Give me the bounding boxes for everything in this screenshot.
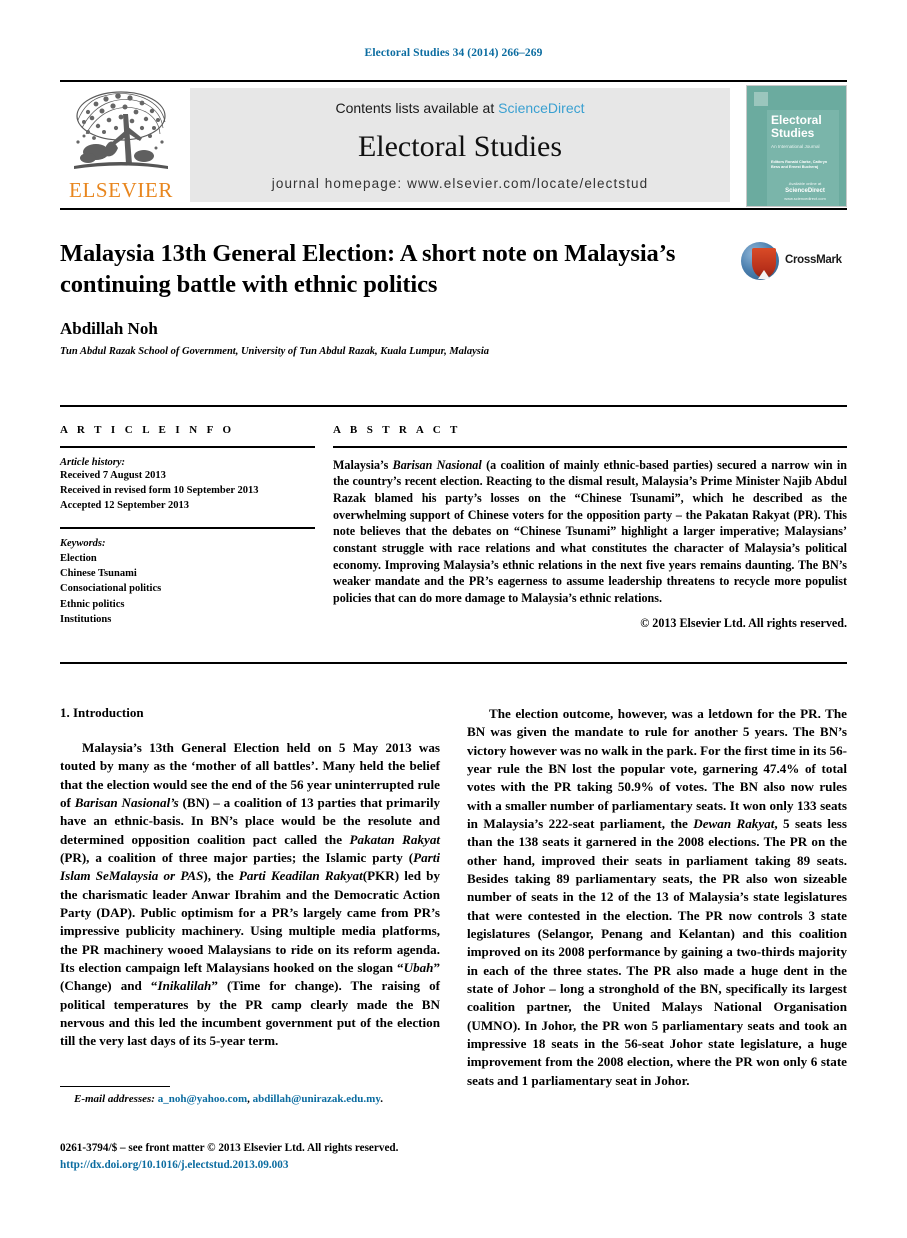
front-matter-block: 0261-3794/$ – see front matter © 2013 El…	[60, 1140, 480, 1174]
email-addresses-line: E-mail addresses: a_noh@yahoo.com, abdil…	[60, 1093, 440, 1105]
email-label: E-mail addresses:	[74, 1093, 155, 1106]
doi-link[interactable]: http://dx.doi.org/10.1016/j.electstud.20…	[60, 1157, 480, 1174]
keyword-item: Ethnic politics	[60, 598, 125, 610]
keywords-list: Election Chinese Tsunami Consociational …	[60, 551, 315, 627]
body-paragraph: Malaysia’s 13th General Election held on…	[60, 740, 441, 1049]
body-paragraph: The election outcome, however, was a let…	[467, 706, 847, 1088]
history-revised: Received in revised form 10 September 20…	[60, 484, 259, 496]
journal-title: Electoral Studies	[357, 130, 563, 163]
keywords-label: Keywords:	[60, 537, 106, 549]
email-terminator: .	[380, 1093, 383, 1106]
body-column-right: The election outcome, however, was a let…	[467, 705, 847, 1090]
cover-title-line2: Studies	[771, 125, 815, 140]
body-column-left: 1. Introduction Malaysia’s 13th General …	[60, 705, 440, 1051]
issn-front-matter: 0261-3794/$ – see front matter © 2013 El…	[60, 1142, 399, 1154]
article-info-column: A R T I C L E I N F O Article history: R…	[60, 424, 315, 627]
abstract-text: Malaysia’s Barisan Nasional (a coalition…	[333, 457, 847, 606]
journal-cover-thumbnail[interactable]: Electoral Studies An International Journ…	[746, 85, 847, 207]
cover-sciencedirect-mark: Available online at ScienceDirect www.sc…	[771, 181, 839, 202]
article-info-rule	[60, 446, 315, 448]
cover-title-line1: Electoral	[771, 113, 822, 127]
footnote-block: E-mail addresses: a_noh@yahoo.com, abdil…	[60, 1086, 440, 1105]
section-heading-introduction: 1. Introduction	[60, 705, 144, 720]
elsevier-tree-icon	[74, 91, 168, 169]
author-name: Abdillah Noh	[60, 318, 158, 338]
article-history-label: Article history:	[60, 456, 126, 468]
abstract-copyright: © 2013 Elsevier Ltd. All rights reserved…	[640, 615, 847, 630]
history-received: Received 7 August 2013	[60, 469, 166, 481]
keyword-item: Institutions	[60, 613, 112, 625]
contents-prefix: Contents lists available at	[335, 100, 499, 116]
abstract-heading: A B S T R A C T	[333, 424, 461, 436]
footnote-rule	[60, 1086, 170, 1088]
journal-homepage-link[interactable]: journal homepage: www.elsevier.com/locat…	[190, 176, 730, 191]
keyword-item: Election	[60, 552, 97, 564]
crossmark-notch	[758, 270, 770, 279]
sciencedirect-banner: Contents lists available at ScienceDirec…	[190, 88, 730, 202]
cover-subtitle: An International Journal	[771, 144, 820, 149]
info-bottom-rule	[60, 662, 847, 664]
crossmark-label: CrossMark	[785, 254, 842, 266]
keywords-divider	[60, 527, 315, 529]
email-link-primary[interactable]: a_noh@yahoo.com	[158, 1093, 247, 1105]
running-head: Electoral Studies 34 (2014) 266–269	[364, 47, 543, 59]
email-link-secondary[interactable]: abdillah@unirazak.edu.my	[253, 1093, 381, 1105]
elsevier-wordmark: ELSEVIER	[69, 178, 173, 202]
keyword-item: Consociational politics	[60, 583, 162, 595]
masthead-bottom-rule	[60, 208, 847, 210]
cover-sd-name: ScienceDirect	[785, 188, 825, 194]
cover-elsevier-icon	[754, 92, 768, 106]
title-block: Malaysia 13th General Election: A short …	[60, 238, 847, 357]
elsevier-logo: ELSEVIER	[62, 86, 180, 206]
sciencedirect-link[interactable]: ScienceDirect	[498, 100, 584, 116]
article-info-heading: A R T I C L E I N F O	[60, 424, 235, 436]
page-title: Malaysia 13th General Election: A short …	[60, 240, 676, 299]
crossmark-icon	[741, 242, 779, 280]
contents-available-line: Contents lists available at ScienceDirec…	[190, 100, 730, 116]
cover-title: Electoral Studies	[771, 114, 839, 139]
cover-editors: Editors Ronald Clarke, Cathryn Bess and …	[771, 160, 828, 170]
masthead-top-rule	[60, 80, 847, 82]
cover-sd-foot: www.sciencedirect.com	[784, 196, 826, 201]
crossmark-badge[interactable]: CrossMark	[737, 240, 847, 284]
author-affiliation: Tun Abdul Razak School of Government, Un…	[60, 345, 490, 357]
abstract-column: A B S T R A C T Malaysia’s Barisan Nasio…	[333, 424, 847, 631]
keyword-item: Chinese Tsunami	[60, 568, 137, 580]
info-top-rule	[60, 405, 847, 407]
paper-page: Electoral Studies 34 (2014) 266–269 ELSE…	[0, 0, 907, 1238]
cover-background: Electoral Studies An International Journ…	[747, 86, 846, 206]
abstract-rule	[333, 446, 847, 448]
history-accepted: Accepted 12 September 2013	[60, 500, 189, 512]
journal-masthead: ELSEVIER Contents lists available at Sci…	[60, 80, 847, 210]
